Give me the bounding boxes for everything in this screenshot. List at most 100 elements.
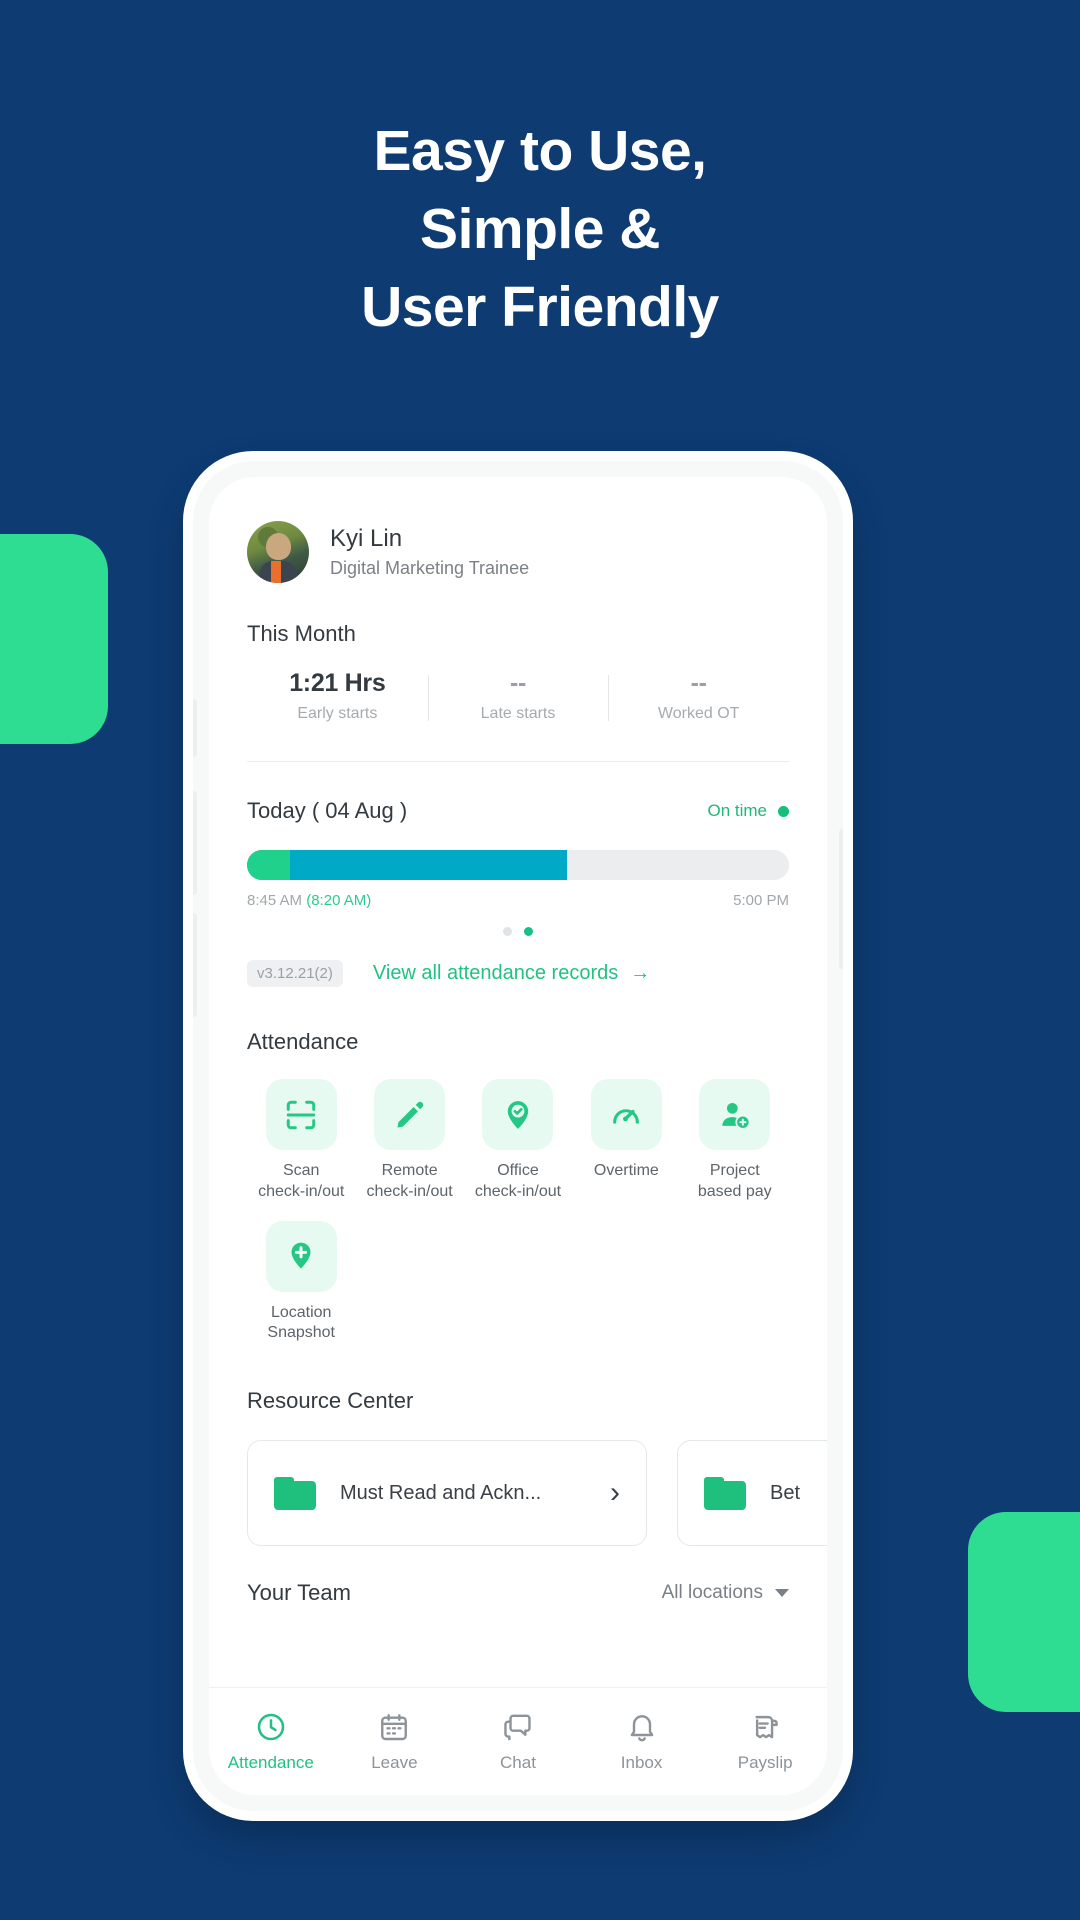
this-month-title: This Month bbox=[247, 621, 356, 646]
scan-icon bbox=[284, 1098, 318, 1132]
resource-card-label: Bet bbox=[770, 1481, 801, 1504]
calendar-icon bbox=[378, 1711, 410, 1743]
bottom-navigation: Attendance Leave Chat Inbox Payslip bbox=[209, 1687, 827, 1795]
today-start-time: 8:45 AM (8:20 AM) bbox=[247, 892, 371, 909]
nav-item-attendance[interactable]: Attendance bbox=[209, 1711, 333, 1773]
label-line-1: Overtime bbox=[593, 1162, 659, 1179]
attendance-item-project-based-pay[interactable]: Project based pay bbox=[681, 1079, 789, 1203]
decorative-block-left bbox=[0, 534, 108, 744]
chevron-down-icon bbox=[775, 1589, 789, 1598]
today-header: Today ( 04 Aug ) On time bbox=[247, 798, 789, 824]
carousel-dot[interactable] bbox=[503, 927, 512, 936]
stat-label: Late starts bbox=[480, 705, 556, 722]
attendance-grid: Scan check-in/out Remote check-in/out Of… bbox=[247, 1079, 789, 1362]
nav-label: Attendance bbox=[227, 1752, 314, 1772]
stat-label: Worked OT bbox=[657, 705, 740, 722]
nav-item-chat[interactable]: Chat bbox=[456, 1711, 580, 1773]
stat-value: -- bbox=[690, 669, 707, 697]
divider bbox=[247, 761, 789, 762]
view-all-label: View all attendance records bbox=[372, 962, 619, 984]
headline-line-3: User Friendly bbox=[361, 275, 719, 340]
headline-line-1: Easy to Use, bbox=[373, 119, 708, 183]
attendance-tile[interactable] bbox=[374, 1079, 446, 1150]
attendance-item-label: Scan check-in/out bbox=[258, 1161, 344, 1203]
location-check-icon bbox=[501, 1098, 535, 1132]
chat-icon bbox=[502, 1711, 534, 1743]
stat-early-starts: 1:21 Hrs Early starts bbox=[247, 669, 428, 723]
phone-button-volume-up bbox=[193, 791, 197, 895]
this-month-stats: 1:21 Hrs Early starts -- Late starts -- … bbox=[247, 669, 789, 723]
version-badge: v3.12.21(2) bbox=[247, 960, 343, 987]
location-plus-icon bbox=[284, 1239, 318, 1273]
attendance-tile[interactable] bbox=[590, 1079, 662, 1150]
today-times: 8:45 AM (8:20 AM) 5:00 PM bbox=[247, 892, 789, 909]
stat-value: -- bbox=[509, 669, 527, 697]
label-line-2: check-in/out bbox=[366, 1182, 453, 1200]
attendance-tile[interactable] bbox=[265, 1079, 337, 1150]
resource-card-must-read[interactable]: Must Read and Ackn... › bbox=[247, 1440, 647, 1547]
person-plus-icon bbox=[719, 1099, 751, 1131]
nav-item-leave[interactable]: Leave bbox=[333, 1711, 457, 1773]
attendance-item-label: Location Snapshot bbox=[267, 1303, 335, 1345]
carousel-dots[interactable] bbox=[247, 927, 789, 936]
profile-role: Digital Marketing Trainee bbox=[330, 558, 530, 579]
progress-early bbox=[247, 850, 291, 880]
arrow-right-icon: → bbox=[630, 962, 651, 984]
chevron-right-icon: › bbox=[610, 1476, 620, 1510]
filter-label: All locations bbox=[661, 1582, 763, 1604]
start-time-scheduled: (8:20 AM) bbox=[306, 892, 372, 909]
nav-label: Chat bbox=[500, 1752, 536, 1772]
stat-value: 1:21 Hrs bbox=[289, 669, 386, 697]
clock-icon bbox=[255, 1711, 287, 1743]
your-team-title: Your Team bbox=[247, 1580, 351, 1606]
payslip-icon bbox=[749, 1711, 781, 1743]
resource-card-label: Must Read and Ackn... bbox=[340, 1481, 542, 1504]
status-badge: On time bbox=[707, 801, 789, 821]
stat-worked-ot: -- Worked OT bbox=[608, 669, 789, 723]
attendance-item-overtime[interactable]: Overtime bbox=[572, 1079, 680, 1203]
carousel-dot-active[interactable] bbox=[524, 927, 533, 936]
attendance-item-label: Office check-in/out bbox=[475, 1161, 561, 1203]
your-team-location-filter[interactable]: All locations bbox=[662, 1582, 789, 1604]
view-all-attendance-link[interactable]: View all attendance records → bbox=[373, 962, 650, 985]
stat-late-starts: -- Late starts bbox=[427, 669, 609, 723]
attendance-item-label: Overtime bbox=[594, 1161, 659, 1182]
attendance-item-scan[interactable]: Scan check-in/out bbox=[247, 1079, 355, 1203]
phone-screen: Kyi Lin Digital Marketing Trainee This M… bbox=[209, 477, 827, 1795]
nav-item-payslip[interactable]: Payslip bbox=[703, 1711, 827, 1773]
resource-card-second[interactable]: Bet bbox=[677, 1440, 827, 1547]
label-line-1: Location bbox=[270, 1303, 332, 1321]
profile-header[interactable]: Kyi Lin Digital Marketing Trainee bbox=[247, 477, 789, 583]
avatar[interactable] bbox=[247, 521, 309, 583]
decorative-block-right bbox=[968, 1512, 1080, 1712]
label-line-2: based pay bbox=[697, 1182, 772, 1200]
nav-label: Leave bbox=[371, 1752, 418, 1772]
nav-label: Inbox bbox=[620, 1752, 663, 1772]
phone-button-volume-down bbox=[193, 913, 197, 1017]
attendance-item-location-snapshot[interactable]: Location Snapshot bbox=[247, 1220, 355, 1345]
nav-item-inbox[interactable]: Inbox bbox=[580, 1711, 704, 1773]
progress-worked bbox=[247, 850, 567, 880]
attendance-item-label: Project based pay bbox=[698, 1161, 772, 1203]
phone-button-power bbox=[839, 829, 843, 969]
attendance-tile[interactable] bbox=[699, 1079, 771, 1150]
gauge-icon bbox=[609, 1098, 643, 1132]
folder-icon bbox=[274, 1476, 316, 1510]
attendance-tile[interactable] bbox=[482, 1079, 554, 1150]
attendance-tile[interactable] bbox=[265, 1220, 337, 1292]
version-and-link-row: v3.12.21(2) View all attendance records … bbox=[247, 960, 789, 987]
resource-center-list[interactable]: Must Read and Ackn... › Bet bbox=[247, 1440, 827, 1547]
promo-headline: Easy to Use, Simple & User Friendly bbox=[0, 112, 1080, 346]
start-time-actual: 8:45 AM bbox=[247, 892, 303, 909]
profile-name: Kyi Lin bbox=[330, 524, 403, 552]
attendance-item-office[interactable]: Office check-in/out bbox=[464, 1079, 572, 1203]
app-content: Kyi Lin Digital Marketing Trainee This M… bbox=[209, 477, 827, 1795]
label-line-1: Remote bbox=[381, 1162, 438, 1179]
attendance-item-remote[interactable]: Remote check-in/out bbox=[355, 1079, 463, 1203]
today-progress-bar bbox=[247, 850, 789, 880]
label-line-1: Office bbox=[497, 1162, 539, 1179]
status-label: On time bbox=[707, 801, 767, 820]
attendance-item-label: Remote check-in/out bbox=[366, 1161, 452, 1203]
label-line-2: check-in/out bbox=[258, 1182, 345, 1200]
label-line-2: Snapshot bbox=[267, 1324, 335, 1342]
